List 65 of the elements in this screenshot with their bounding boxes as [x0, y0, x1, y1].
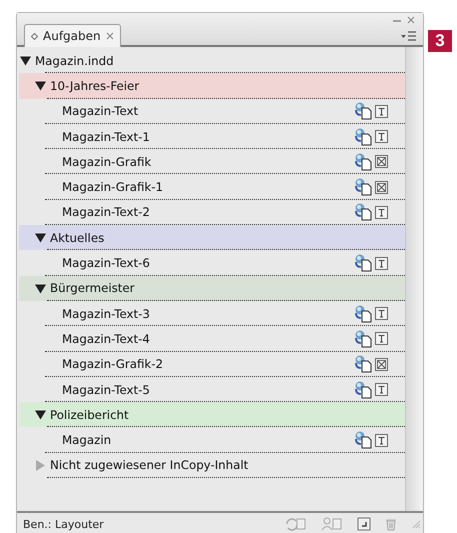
linked-page-icon [355, 330, 373, 348]
update-icon[interactable] [285, 517, 307, 531]
story-row[interactable]: Magazin-Text-3 [17, 300, 405, 326]
assignment-row[interactable]: Bürgermeister [19, 276, 405, 301]
story-row[interactable]: Magazin-Text-4 [17, 326, 405, 352]
row-label: Magazin [62, 433, 112, 448]
panel-tab[interactable]: Aufgaben [24, 24, 121, 47]
diamond-icon [31, 32, 38, 40]
story-row[interactable]: Magazin-Grafik [17, 149, 405, 174]
linked-page-icon [355, 304, 373, 323]
row-label: Aktuelles [50, 230, 104, 245]
resize-grip-icon[interactable] [411, 519, 421, 529]
row-label: Bürgermeister [50, 281, 135, 296]
story-row[interactable]: Magazin [17, 427, 405, 453]
linked-page-icon [355, 254, 373, 272]
user-page-icon[interactable] [321, 517, 343, 531]
collapsed-triangle-icon[interactable] [35, 460, 46, 471]
row-label: Nicht zugewiesener InCopy-Inhalt [50, 458, 248, 472]
expanded-triangle-icon[interactable] [35, 80, 46, 92]
expanded-triangle-icon[interactable] [35, 409, 46, 420]
tab-label: Aufgaben [43, 29, 101, 43]
user-label: Ben.: Layouter [23, 518, 104, 530]
story-row[interactable]: Magazin-Text-1 [17, 124, 405, 150]
story-row[interactable]: Magazin-Grafik-2 [17, 352, 405, 377]
scrollbar-track[interactable] [405, 47, 423, 511]
expanded-triangle-icon[interactable] [20, 55, 31, 66]
assignment-row[interactable]: 10-Jahres-Feier [19, 73, 405, 99]
document-row[interactable]: Magazin.indd [17, 48, 405, 74]
linked-page-icon [355, 178, 373, 196]
story-row[interactable]: Magazin-Text-5 [17, 376, 405, 402]
linked-page-icon [355, 128, 373, 146]
row-label: Polizeibericht [50, 408, 129, 422]
linked-page-icon [355, 431, 373, 450]
row-label: Magazin-Text-3 [62, 306, 151, 321]
assignment-row[interactable]: Aktuelles [19, 225, 405, 250]
row-label: Magazin-Text-5 [62, 382, 151, 396]
row-label: Magazin-Grafik [62, 154, 152, 169]
linked-page-icon [355, 152, 373, 171]
close-icon[interactable] [106, 32, 114, 40]
story-row[interactable]: Magazin-Text [17, 98, 405, 124]
row-label: Magazin-Grafik-1 [62, 180, 164, 194]
row-label: Magazin-Text-4 [62, 332, 151, 346]
row-label: Magazin-Text-1 [62, 130, 151, 144]
row-label: Magazin-Text [62, 104, 140, 118]
expanded-triangle-icon[interactable] [35, 232, 46, 244]
panel-menu-icon[interactable] [401, 31, 417, 41]
row-label: Magazin.indd [35, 54, 114, 68]
row-label: 10-Jahres-Feier [50, 78, 140, 93]
linked-page-icon [355, 203, 373, 222]
close-icon[interactable] [407, 16, 415, 24]
row-label: Magazin-Text-2 [62, 205, 151, 220]
story-row[interactable]: Magazin-Text-2 [17, 200, 405, 226]
row-label: Magazin-Text-6 [62, 256, 151, 270]
new-page-icon[interactable] [357, 517, 371, 531]
story-row[interactable]: Magazin-Text-6 [17, 250, 405, 276]
assignment-row[interactable]: Nicht zugewiesener InCopy-Inhalt [19, 452, 405, 478]
linked-page-icon [355, 380, 373, 398]
row-label: Magazin-Grafik-2 [62, 357, 164, 372]
story-row[interactable]: Magazin-Grafik-1 [17, 174, 405, 200]
expanded-triangle-icon[interactable] [35, 282, 46, 294]
assignment-row[interactable]: Polizeibericht [19, 402, 405, 428]
linked-page-icon [355, 355, 373, 374]
linked-page-icon [355, 102, 373, 120]
step-badge: 3 [428, 30, 452, 52]
trash-icon[interactable] [385, 517, 397, 531]
